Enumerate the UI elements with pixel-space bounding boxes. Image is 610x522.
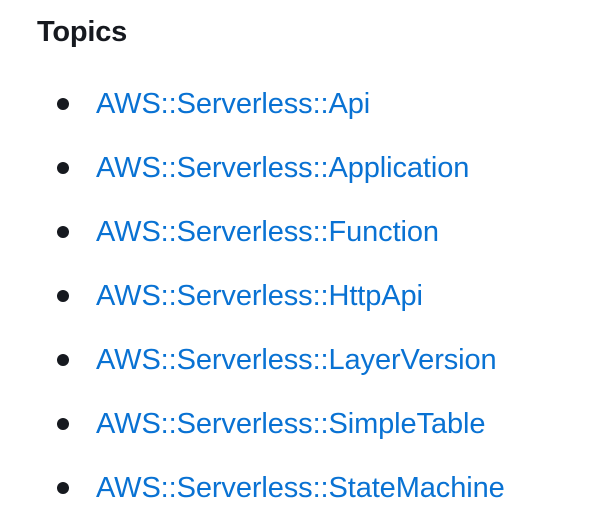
- link-serverless-layerversion[interactable]: AWS::Serverless::LayerVersion: [96, 340, 497, 380]
- list-item-application: AWS::Serverless::Application: [0, 136, 610, 200]
- bullet-icon: [57, 482, 69, 494]
- link-serverless-function[interactable]: AWS::Serverless::Function: [96, 212, 439, 252]
- bullet-icon: [57, 162, 69, 174]
- topics-heading: Topics: [37, 16, 128, 48]
- link-serverless-simpletable[interactable]: AWS::Serverless::SimpleTable: [96, 404, 485, 444]
- list-item-httpapi: AWS::Serverless::HttpApi: [0, 264, 610, 328]
- topics-list: AWS::Serverless::Api AWS::Serverless::Ap…: [0, 72, 610, 520]
- list-item-api: AWS::Serverless::Api: [0, 72, 610, 136]
- list-item-function: AWS::Serverless::Function: [0, 200, 610, 264]
- list-item-simpletable: AWS::Serverless::SimpleTable: [0, 392, 610, 456]
- link-serverless-statemachine[interactable]: AWS::Serverless::StateMachine: [96, 468, 505, 508]
- bullet-icon: [57, 418, 69, 430]
- bullet-icon: [57, 98, 69, 110]
- link-serverless-application[interactable]: AWS::Serverless::Application: [96, 148, 469, 188]
- bullet-icon: [57, 226, 69, 238]
- link-serverless-api[interactable]: AWS::Serverless::Api: [96, 84, 370, 124]
- bullet-icon: [57, 354, 69, 366]
- list-item-layerversion: AWS::Serverless::LayerVersion: [0, 328, 610, 392]
- bullet-icon: [57, 290, 69, 302]
- list-item-statemachine: AWS::Serverless::StateMachine: [0, 456, 610, 520]
- link-serverless-httpapi[interactable]: AWS::Serverless::HttpApi: [96, 276, 423, 316]
